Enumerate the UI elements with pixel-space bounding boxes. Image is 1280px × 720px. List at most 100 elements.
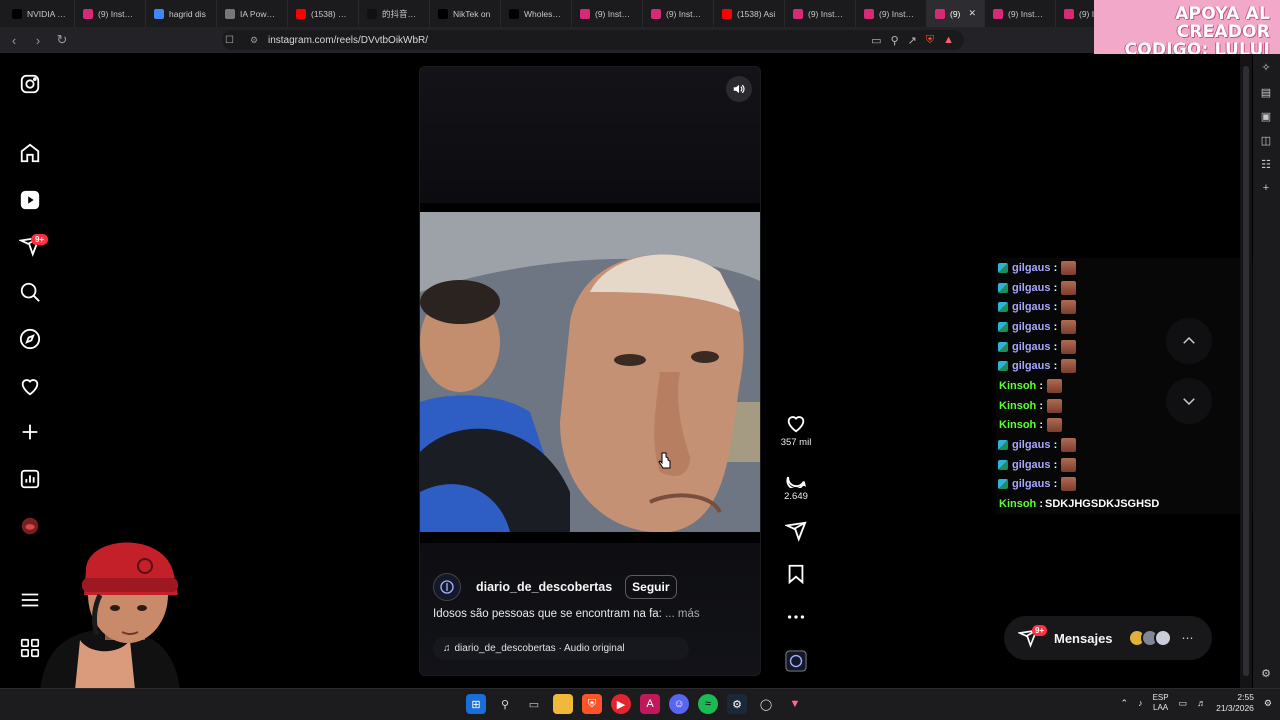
author-username[interactable]: diario_de_descobertas <box>476 580 612 594</box>
chat-username: gilgaus <box>1012 360 1051 373</box>
chat-message: Kinsoh : <box>996 416 1280 436</box>
wallet-icon[interactable]: ▣ <box>1259 109 1273 123</box>
search-icon[interactable] <box>18 280 42 304</box>
chat-emote-icon <box>1061 260 1077 275</box>
dashboard-icon[interactable] <box>18 467 42 491</box>
browser-tab[interactable]: (9) Instagra <box>1056 0 1094 27</box>
settings-gear-icon[interactable]: ⚙ <box>1259 666 1273 680</box>
extra-app-icon[interactable]: ▼ <box>785 694 805 714</box>
chat-username: gilgaus <box>1012 458 1051 471</box>
reel-player[interactable]: diario_de_descobertas Seguir Idosos são … <box>419 66 761 676</box>
browser-tab[interactable]: IA Power II <box>217 0 288 27</box>
forward-icon[interactable]: › <box>28 30 48 50</box>
audio-thumbnail[interactable] <box>776 650 816 672</box>
obs-icon[interactable]: ◯ <box>756 694 776 714</box>
chevron-up-tray-icon[interactable]: ⌃ <box>1121 698 1129 709</box>
create-icon[interactable] <box>18 420 42 444</box>
zoom-icon[interactable]: ⚲ <box>891 34 899 47</box>
browser-tab[interactable]: (9) Instagra <box>856 0 927 27</box>
search-taskbar-icon[interactable]: ⚲ <box>495 694 515 714</box>
audio-attribution[interactable]: ♫ diario_de_descobertas · Audio original <box>433 637 689 660</box>
steam-icon[interactable]: ⚙ <box>727 694 747 714</box>
clock-date: 21/3/2026 <box>1216 703 1254 713</box>
brave-browser-icon[interactable]: ⛨ <box>582 694 602 714</box>
next-reel-button[interactable] <box>1166 378 1212 424</box>
browser-tab[interactable]: NVIDIA y F <box>4 0 75 27</box>
browser-tab[interactable]: (9) Instagra <box>572 0 643 27</box>
browser-tab[interactable]: (9) Instagra <box>985 0 1056 27</box>
microphone-icon[interactable]: ♪ <box>1138 698 1143 708</box>
reels-icon[interactable] <box>18 188 42 212</box>
chat-message: gilgaus : <box>996 337 1280 357</box>
adobe-icon[interactable]: A <box>640 694 660 714</box>
brave-shield-icon[interactable]: ⛨ <box>926 34 934 47</box>
tab-favicon-icon <box>367 8 377 19</box>
mute-toggle-icon[interactable] <box>726 76 752 102</box>
page-scrollbar[interactable] <box>1240 54 1252 688</box>
url-bar[interactable]: ☐ ⚙ instagram.com/reels/DVvtbOikWbR/ ▭ ⚲… <box>222 30 964 50</box>
task-view-icon[interactable]: ▭ <box>524 694 544 714</box>
playlist-icon[interactable]: ▤ <box>1259 85 1273 99</box>
site-info-icon[interactable]: ⚙ <box>250 35 258 46</box>
author-avatar[interactable] <box>433 573 461 601</box>
browser-tab[interactable]: NikTek on <box>430 0 501 27</box>
share-icon[interactable]: ↗ <box>908 34 917 47</box>
notifications-icon[interactable] <box>18 374 42 398</box>
browser-tab[interactable]: (1538) DLS <box>288 0 359 27</box>
bookmarks-panel-icon[interactable]: ◫ <box>1259 133 1273 147</box>
add-panel-icon[interactable]: + <box>1259 181 1273 195</box>
windows-taskbar: ⊞ ⚲ ▭ ⛨ ▶ A ☺ ≈ ⚙ ◯ ▼ ⌃ ♪ ESP LAA ▭ ♬ 2:… <box>0 688 1280 720</box>
system-tray: ⌃ ♪ ESP LAA ▭ ♬ 2:55 21/3/2026 ⚙ <box>1121 692 1272 714</box>
close-tab-icon[interactable]: ✕ <box>968 8 976 19</box>
browser-tab[interactable]: (9) ✕ <box>927 0 985 27</box>
tab-favicon-icon <box>225 8 235 19</box>
clock[interactable]: 2:55 21/3/2026 <box>1216 692 1254 714</box>
comment-button[interactable]: 2.649 <box>776 466 816 502</box>
chat-separator: : <box>1036 498 1044 511</box>
volume-icon[interactable]: ♬ <box>1197 698 1206 708</box>
rewards-icon[interactable]: ▲ <box>943 34 954 47</box>
chat-emote-icon <box>1047 398 1063 413</box>
bookmark-icon[interactable]: ☐ <box>225 35 234 46</box>
like-button[interactable]: 357 mil <box>776 412 816 448</box>
browser-tab[interactable]: 的抖音直播 <box>359 0 430 27</box>
browser-tab[interactable]: (9) Instagra <box>643 0 714 27</box>
send-icon <box>785 521 807 542</box>
language-indicator[interactable]: ESP LAA <box>1153 693 1169 713</box>
leo-ai-icon[interactable]: ✧ <box>1259 60 1273 74</box>
media-player-icon[interactable]: ▶ <box>611 694 631 714</box>
browser-tab[interactable]: (1538) Asi <box>714 0 785 27</box>
file-explorer-icon[interactable] <box>553 694 573 714</box>
save-button[interactable] <box>776 563 816 585</box>
cast-icon[interactable]: ▭ <box>871 34 881 47</box>
start-icon[interactable]: ⊞ <box>466 694 486 714</box>
home-icon[interactable] <box>18 141 42 165</box>
instagram-logo-icon[interactable] <box>18 72 42 96</box>
follow-button[interactable]: Seguir <box>625 575 677 599</box>
more-options-button[interactable] <box>776 606 816 628</box>
chat-emote-icon <box>1061 280 1077 295</box>
reel-video-frame[interactable] <box>420 212 760 532</box>
chat-separator: : <box>1050 281 1058 294</box>
explore-icon[interactable] <box>18 327 42 351</box>
reload-icon[interactable]: ↻ <box>52 30 72 50</box>
reading-list-icon[interactable]: ☷ <box>1259 157 1273 171</box>
browser-tab[interactable]: (9) Instagra <box>75 0 146 27</box>
banner-line-2: CODIGO: LULUI <box>1124 40 1270 54</box>
tab-title: (9) Instagra <box>595 8 634 19</box>
back-icon[interactable]: ‹ <box>4 30 24 50</box>
previous-reel-button[interactable] <box>1166 318 1212 364</box>
address-bar-row: ‹ › ↻ ☐ ⚙ instagram.com/reels/DVvtbOikWb… <box>0 27 1094 53</box>
share-button[interactable] <box>776 520 816 542</box>
discord-icon[interactable]: ☺ <box>669 694 689 714</box>
spotify-icon[interactable]: ≈ <box>698 694 718 714</box>
browser-tab[interactable]: hagrid dis <box>146 0 217 27</box>
caption-more-link[interactable]: ... más <box>665 608 700 620</box>
browser-tab[interactable]: Wholesom <box>501 0 572 27</box>
messages-button[interactable]: 9+ Mensajes ⋯ <box>1004 616 1212 660</box>
network-icon[interactable]: ▭ <box>1179 698 1188 709</box>
heart-icon <box>787 416 805 433</box>
url-text[interactable]: instagram.com/reels/DVvtbOikWbR/ <box>268 35 428 46</box>
notifications-bell-icon[interactable]: ⚙ <box>1264 698 1272 709</box>
browser-tab[interactable]: (9) Instagra <box>785 0 856 27</box>
